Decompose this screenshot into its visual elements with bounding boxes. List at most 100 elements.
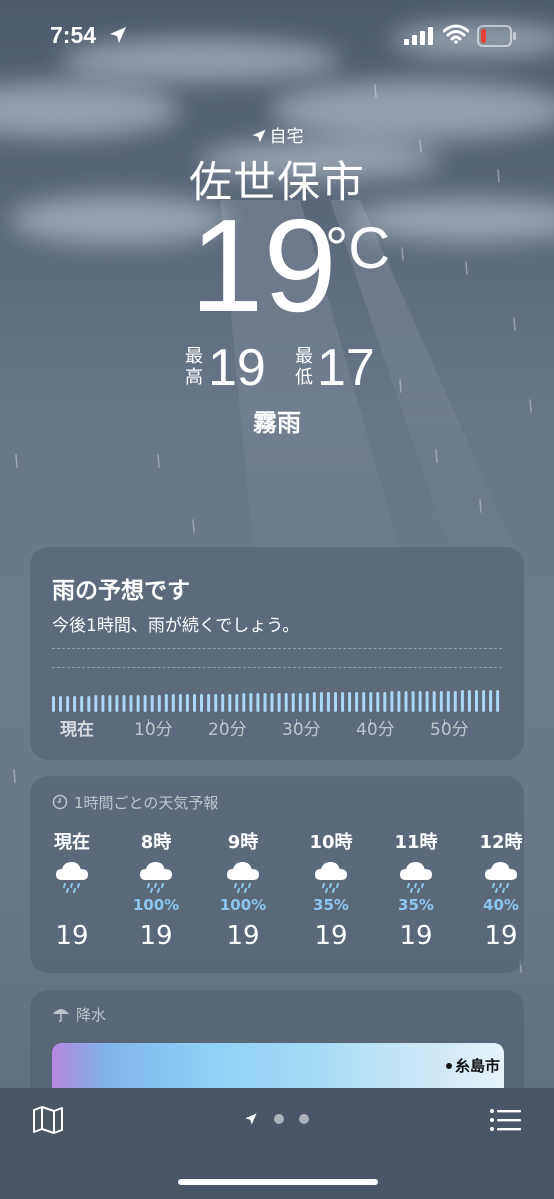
rain-bar [52, 696, 55, 712]
rain-bar [305, 693, 309, 712]
rain-bar [355, 692, 359, 712]
rain-bar [425, 691, 429, 712]
rain-bar [277, 693, 281, 712]
rain-bar [319, 692, 323, 712]
rain-bar [228, 694, 232, 712]
rain-bar [334, 692, 337, 712]
rain-bar [453, 691, 457, 712]
precip-probability: 40% [483, 896, 519, 914]
location-arrow-icon [252, 129, 265, 143]
hourly-item: 現在 19 [37, 828, 107, 951]
home-indicator[interactable] [178, 1179, 378, 1185]
map-city-name: 糸島市 [454, 1057, 500, 1075]
rain-bar [150, 695, 154, 712]
rain-bar [326, 692, 330, 712]
page-dot[interactable] [274, 1114, 284, 1124]
tick-label: 30分 [282, 720, 321, 740]
hour-temperature: 19 [55, 921, 89, 951]
hour-temperature: 19 [314, 921, 348, 951]
rain-bar [129, 695, 133, 712]
chart-tick [296, 719, 297, 725]
tick-label: 10分 [134, 720, 173, 740]
rain-bar [94, 695, 98, 712]
rain-card-subtitle: 今後1時間、雨が続くでしょう。 [52, 616, 300, 636]
cloud-rain-icon [121, 858, 191, 900]
rain-bar [221, 694, 225, 712]
rain-bar [200, 694, 203, 712]
rain-bar [59, 696, 62, 712]
page-dot[interactable] [299, 1114, 309, 1124]
cloud-rain-icon [208, 858, 278, 900]
rain-bar [143, 695, 147, 712]
hour-label: 10時 [309, 832, 353, 853]
home-location-label: 自宅 [0, 122, 554, 147]
hour-label: 8時 [140, 832, 172, 853]
rain-bar [284, 693, 288, 712]
rain-bar [207, 694, 211, 712]
list-icon[interactable] [489, 1108, 523, 1132]
precip-probability: 35% [398, 896, 434, 914]
rain-bar [411, 691, 415, 712]
rain-bar [87, 696, 91, 712]
rain-bar [298, 693, 302, 712]
hour-label: 現在 [54, 832, 90, 853]
chart-tick [222, 719, 223, 725]
rain-bar [164, 694, 168, 712]
weather-condition: 霧雨 [253, 409, 301, 437]
rain-bar [362, 692, 366, 712]
chart-tick [148, 719, 149, 725]
rain-bar [369, 692, 373, 712]
rain-bar [291, 693, 295, 712]
hourly-item: 11時 35% 19 [381, 828, 451, 951]
battery-icon [477, 25, 516, 47]
wifi-icon [443, 24, 469, 44]
low-label-top: 最 [295, 346, 313, 367]
hour-label: 12時 [479, 832, 523, 853]
rain-bar [432, 691, 436, 712]
tick-label: 40分 [356, 720, 395, 740]
rain-bar [101, 695, 105, 712]
chart-gridline [52, 648, 502, 649]
hourly-header-text: 1時間ごとの天気予報 [74, 794, 219, 812]
tick-label-now: 現在 [60, 720, 94, 740]
rain-bar [460, 690, 464, 712]
rain-bar [80, 696, 84, 712]
rain-card-title: 雨の予想です [52, 578, 190, 604]
umbrella-icon [53, 1009, 69, 1023]
chart-gridline [52, 667, 502, 668]
rain-bar [446, 691, 450, 712]
rain-bar [489, 690, 493, 712]
high-label-top: 最 [185, 346, 203, 367]
high-label-bottom: 高 [185, 367, 203, 388]
rain-bar [122, 695, 126, 712]
precip-probability: 100% [132, 896, 180, 914]
rain-bar [397, 691, 401, 712]
map-city-label: 糸島市 [445, 1055, 500, 1076]
precip-header-text: 降水 [76, 1006, 107, 1024]
chart-tick [444, 719, 445, 725]
hourly-forecast-card[interactable]: 1時間ごとの天気予報 現在 19 8時 100% 19 9時 100% 19 10時 35% 19 1… [30, 776, 524, 973]
cloud-rain-icon [381, 858, 451, 900]
rain-bar [242, 693, 246, 712]
tick-label: 20分 [208, 720, 247, 740]
status-bar: 7:54 [0, 0, 554, 70]
hour-temperature: 19 [484, 921, 518, 951]
rain-bar [312, 692, 316, 712]
precipitation-forecast-card[interactable]: 雨の予想です 今後1時間、雨が続くでしょう。 現在 10分 20分 30分 40… [30, 547, 524, 760]
rain-bar [383, 692, 387, 712]
map-icon[interactable] [32, 1105, 64, 1135]
hour-label: 9時 [227, 832, 259, 853]
rain-bar [193, 694, 196, 712]
high-low-temperature: 最 高 19 最 低 17 [183, 340, 433, 400]
rain-bar [404, 691, 408, 712]
cloud-rain-icon [296, 858, 366, 900]
low-label-bottom: 低 [295, 367, 313, 388]
rain-bar [178, 694, 182, 712]
rain-bar [475, 690, 478, 712]
high-temperature: 19 [208, 339, 266, 397]
location-arrow-icon [245, 1113, 257, 1125]
hourly-item: 12時 40% 19 [466, 828, 536, 951]
temperature-unit: °C [325, 216, 391, 281]
tick-label: 50分 [430, 720, 469, 740]
hour-label: 11時 [394, 832, 438, 853]
